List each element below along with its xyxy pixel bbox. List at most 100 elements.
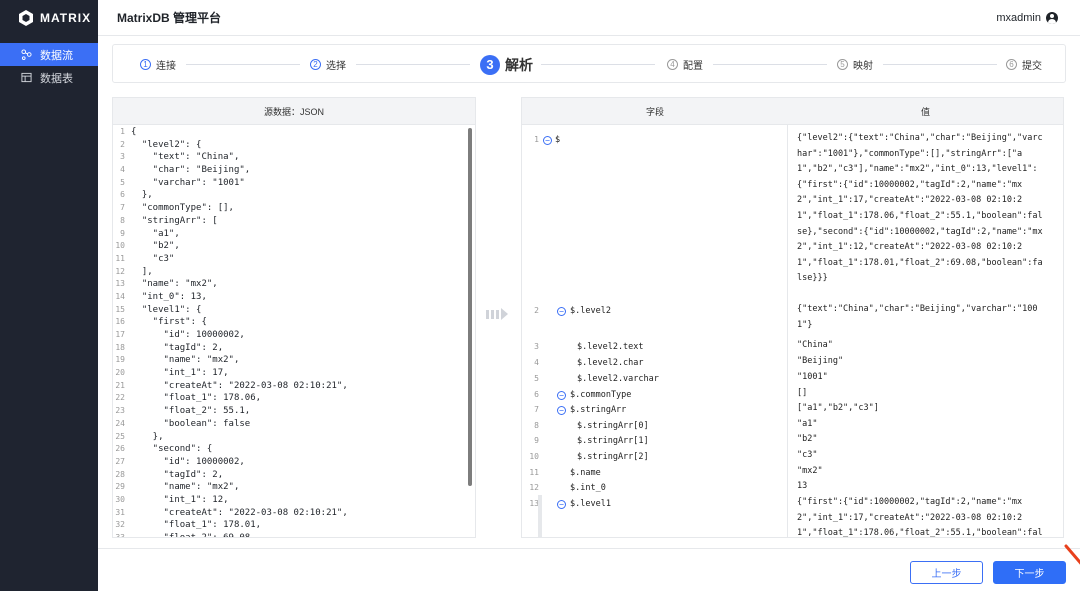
top-header: MatrixDB 管理平台 mxadmin xyxy=(98,0,1080,36)
code-text: "int_1": 17, xyxy=(131,368,229,379)
code-line: 32 "float_1": 178.01, xyxy=(113,519,475,532)
editor-scrollbar[interactable] xyxy=(468,128,472,486)
next-step-button[interactable]: 下一步 xyxy=(993,561,1066,584)
parse-row: 1− $ {"level2":{"text":"China","char":"Bei… xyxy=(522,131,1063,283)
logo[interactable]: MATRIX xyxy=(0,0,98,36)
parse-row: 10 $.stringArr[2] "c3" xyxy=(522,448,1063,464)
code-text: }, xyxy=(131,190,153,201)
code-text: "name": "mx2", xyxy=(131,355,240,366)
dataflow-icon xyxy=(21,49,32,60)
step-config[interactable]: 4 配置 xyxy=(667,45,703,84)
line-number: 33 xyxy=(113,532,131,537)
tree-scrollbar[interactable] xyxy=(538,495,542,537)
code-line: 19 "name": "mx2", xyxy=(113,354,475,367)
field-value: ["a1","b2","c3"] xyxy=(797,403,879,413)
code-line: 29 "name": "mx2", xyxy=(113,481,475,494)
line-number: 30 xyxy=(115,494,125,504)
code-text: "tagId": 2, xyxy=(131,469,224,480)
code-line: 10 "b2", xyxy=(113,240,475,253)
step-label: 映射 xyxy=(853,61,873,72)
field-column-header: 字段 xyxy=(645,107,664,117)
sidebar-item-datatable[interactable]: 数据表 xyxy=(0,66,98,89)
step-number: 2 xyxy=(310,59,321,70)
code-text: "tagId": 2, xyxy=(131,342,224,353)
transform-arrow-icon xyxy=(486,308,508,320)
line-number: 4 xyxy=(120,165,125,175)
field-value: "b2" xyxy=(797,434,818,444)
line-number: 20 xyxy=(115,368,125,378)
row-number: 4 xyxy=(534,358,539,367)
code-text: "name": "mx2", xyxy=(131,482,240,493)
step-mapping[interactable]: 5 映射 xyxy=(837,45,873,84)
parse-row: 4 $.level2.char "Beijing" xyxy=(522,354,1063,370)
collapse-toggle-icon[interactable]: − xyxy=(557,406,566,415)
code-text: "createAt": "2022-03-08 02:10:21", xyxy=(131,380,348,391)
code-text: "stringArr": [ xyxy=(131,215,218,226)
field-path: $.level2.varchar xyxy=(577,374,659,384)
prev-step-button[interactable]: 上一步 xyxy=(910,561,983,584)
line-number: 11 xyxy=(115,253,125,263)
line-number: 5 xyxy=(120,177,125,187)
code-text: "text": "China", xyxy=(131,152,240,163)
field-value: "mx2" xyxy=(797,466,823,476)
field-value: {"first":{"id":10000002,"tagId":2,"name"… xyxy=(797,497,1043,538)
field-value: {"level2":{"text":"China","char":"Beijin… xyxy=(797,133,1043,284)
step-select[interactable]: 2 选择 xyxy=(310,45,346,84)
collapse-toggle-icon[interactable]: − xyxy=(557,307,566,316)
user-menu[interactable]: mxadmin xyxy=(996,11,1058,24)
line-number: 31 xyxy=(115,507,125,517)
collapse-toggle-icon[interactable]: − xyxy=(557,391,566,400)
code-line: 31 "createAt": "2022-03-08 02:10:21", xyxy=(113,507,475,520)
line-number: 14 xyxy=(115,291,125,301)
field-value: "1001" xyxy=(797,372,828,382)
step-submit[interactable]: 6 提交 xyxy=(1006,45,1042,84)
code-line: 25 }, xyxy=(113,431,475,444)
logo-text: MATRIX xyxy=(40,11,92,25)
field-value: "Beijing" xyxy=(797,356,844,366)
parse-row: 6 − $.commonType [] xyxy=(522,386,1063,402)
field-value: 13 xyxy=(797,481,808,491)
line-number: 13 xyxy=(115,279,125,289)
collapse-toggle-icon[interactable]: − xyxy=(557,500,566,509)
code-text: "b2", xyxy=(131,241,180,252)
step-connector xyxy=(541,64,655,65)
parse-result-panel: 字段 值 1− $ {"level2":{"text":"China","char"… xyxy=(521,97,1064,538)
code-line: 4 "char": "Beijing", xyxy=(113,164,475,177)
step-label: 解析 xyxy=(505,56,533,73)
code-text: "commonType": [], xyxy=(131,203,234,214)
line-number: 16 xyxy=(115,317,125,327)
code-line: 22 "float_1": 178.06, xyxy=(113,392,475,405)
step-label: 配置 xyxy=(683,61,703,72)
json-editor[interactable]: 1{2 "level2": {3 "text": "China", 4 "char… xyxy=(113,126,475,537)
field-path: $.stringArr xyxy=(570,405,627,415)
code-text: "level2": { xyxy=(131,139,202,150)
field-value: "a1" xyxy=(797,419,818,429)
code-line: 9 "a1", xyxy=(113,228,475,241)
line-number: 23 xyxy=(115,406,125,416)
sidebar-item-dataflow[interactable]: 数据流 xyxy=(0,43,98,66)
table-icon xyxy=(21,72,32,83)
parse-row: 9 $.stringArr[1] "b2" xyxy=(522,432,1063,448)
step-connect[interactable]: 1 连接 xyxy=(140,45,176,84)
line-number: 9 xyxy=(120,228,125,238)
line-number: 32 xyxy=(115,520,125,530)
code-line: 23 "float_2": 55.1, xyxy=(113,405,475,418)
page-title: MatrixDB 管理平台 xyxy=(117,11,222,25)
step-connector xyxy=(713,64,827,65)
source-panel-title: 源数据：JSON xyxy=(113,98,475,125)
field-path: $.stringArr[0] xyxy=(577,421,649,431)
step-number: 5 xyxy=(837,59,848,70)
sidebar-item-label: 数据流 xyxy=(40,49,73,62)
step-parse[interactable]: 3 解析 xyxy=(480,45,533,84)
code-line: 11 "c3" xyxy=(113,253,475,266)
collapse-toggle-icon[interactable]: − xyxy=(543,136,552,145)
field-path: $.commonType xyxy=(570,390,632,400)
source-data-panel: 源数据：JSON 1{2 "level2": {3 "text": "China… xyxy=(112,97,476,538)
code-text: "a1", xyxy=(131,228,180,239)
row-number: 10 xyxy=(529,452,539,461)
code-line: 24 "boolean": false xyxy=(113,418,475,431)
step-indicator: 1 连接 2 选择 3 解析 4 配置 5 映射 6 提交 xyxy=(112,44,1066,83)
step-label: 连接 xyxy=(156,61,176,72)
code-line: 30 "int_1": 12, xyxy=(113,494,475,507)
line-number: 21 xyxy=(115,380,125,390)
